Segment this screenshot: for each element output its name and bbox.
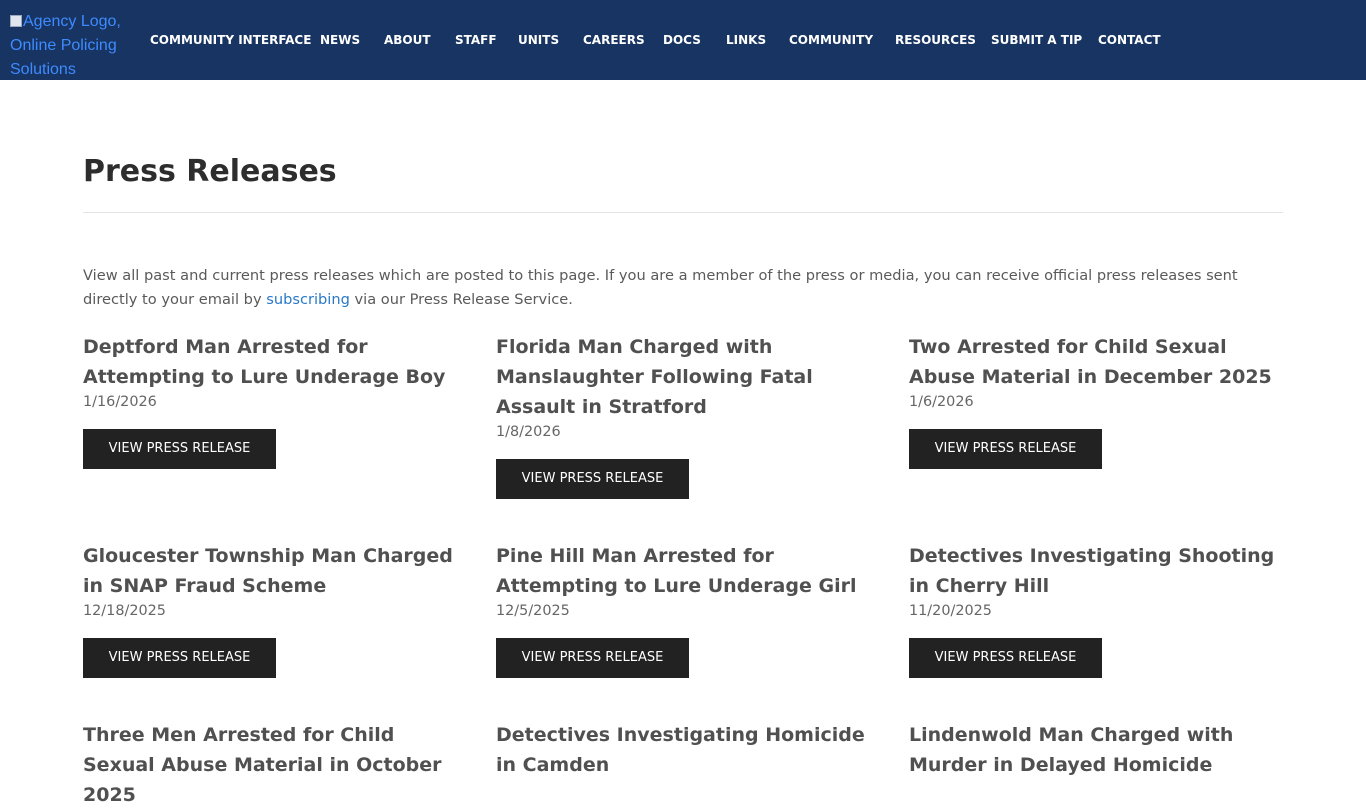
press-release-date: 1/8/2026 [496,424,561,440]
press-release-card: Florida Man Charged with Manslaughter Fo… [496,332,871,499]
press-release-title[interactable]: Deptford Man Arrested for Attempting to … [83,332,458,392]
logo-alt-text: Agency Logo, Online Policing Solutions [10,13,121,78]
subscribe-link[interactable]: subscribing [266,291,350,308]
intro-text-part: via our Press Release Service. [349,291,573,308]
press-release-date: 12/18/2025 [83,603,166,619]
press-release-title[interactable]: Detectives Investigating Shooting in Che… [909,541,1284,601]
press-release-card: Three Men Arrested for Child Sexual Abus… [83,720,458,810]
nav-resources[interactable]: RESOURCES [895,33,976,47]
view-press-release-button[interactable]: VIEW PRESS RELEASE [909,638,1102,678]
intro-text: View all past and current press releases… [83,264,1283,312]
press-release-date: 11/20/2025 [909,603,992,619]
press-release-title[interactable]: Lindenwold Man Charged with Murder in De… [909,720,1284,780]
nav-units[interactable]: UNITS [518,33,559,47]
nav-community-interface[interactable]: COMMUNITY INTERFACE [150,33,311,47]
view-press-release-button[interactable]: VIEW PRESS RELEASE [83,638,276,678]
view-press-release-button[interactable]: VIEW PRESS RELEASE [496,459,689,499]
agency-logo[interactable]: Agency Logo, Online Policing Solutions [10,10,138,82]
nav-links[interactable]: LINKS [726,33,766,47]
nav-submit-a-tip[interactable]: SUBMIT A TIP [991,33,1082,47]
press-release-date: 1/6/2026 [909,394,974,410]
broken-image-icon [10,15,22,27]
nav-careers[interactable]: CAREERS [583,33,645,47]
nav-docs[interactable]: DOCS [663,33,701,47]
page-title: Press Releases [83,154,337,189]
press-release-title[interactable]: Detectives Investigating Homicide in Cam… [496,720,871,780]
nav-news[interactable]: NEWS [320,33,360,47]
press-release-title[interactable]: Two Arrested for Child Sexual Abuse Mate… [909,332,1284,392]
press-release-card: Lindenwold Man Charged with Murder in De… [909,720,1284,780]
press-release-date: 12/5/2025 [496,603,570,619]
title-divider [83,212,1283,213]
view-press-release-button[interactable]: VIEW PRESS RELEASE [83,429,276,469]
nav-staff[interactable]: STAFF [455,33,497,47]
intro-text-part: View all past and current press releases… [83,267,1238,308]
press-release-card: Deptford Man Arrested for Attempting to … [83,332,458,469]
nav-about[interactable]: ABOUT [384,33,431,47]
press-release-date: 1/16/2026 [83,394,157,410]
press-release-card: Pine Hill Man Arrested for Attempting to… [496,541,871,678]
nav-community[interactable]: COMMUNITY [789,33,873,47]
nav-contact[interactable]: CONTACT [1098,33,1161,47]
press-release-title[interactable]: Three Men Arrested for Child Sexual Abus… [83,720,458,810]
view-press-release-button[interactable]: VIEW PRESS RELEASE [496,638,689,678]
press-release-title[interactable]: Pine Hill Man Arrested for Attempting to… [496,541,871,601]
top-navigation-bar: Agency Logo, Online Policing Solutions C… [0,0,1366,80]
press-release-card: Gloucester Township Man Charged in SNAP … [83,541,458,678]
press-release-card: Detectives Investigating Shooting in Che… [909,541,1284,678]
press-release-title[interactable]: Gloucester Township Man Charged in SNAP … [83,541,458,601]
press-release-card: Two Arrested for Child Sexual Abuse Mate… [909,332,1284,469]
press-release-card: Detectives Investigating Homicide in Cam… [496,720,871,780]
press-release-title[interactable]: Florida Man Charged with Manslaughter Fo… [496,332,871,422]
view-press-release-button[interactable]: VIEW PRESS RELEASE [909,429,1102,469]
